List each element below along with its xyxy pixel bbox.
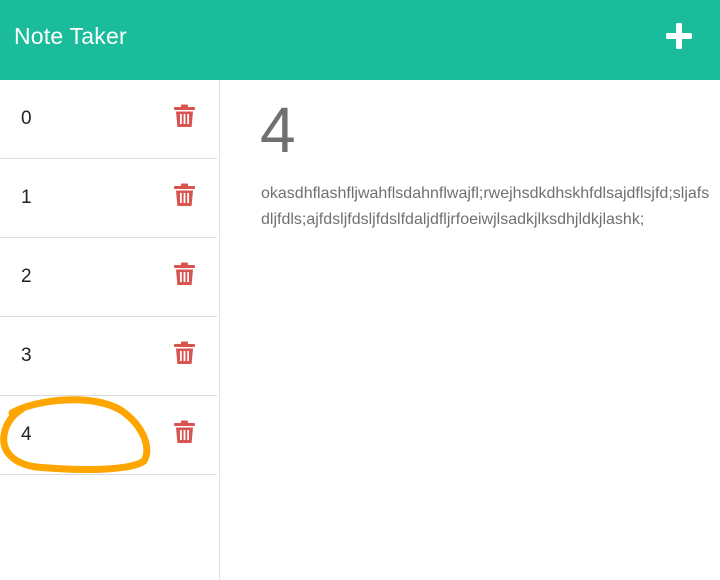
delete-note-button[interactable]	[174, 262, 195, 286]
delete-note-button[interactable]	[174, 183, 195, 207]
trash-icon	[174, 104, 195, 127]
delete-note-button[interactable]	[174, 104, 195, 128]
note-list-item-title[interactable]: 0	[21, 108, 32, 130]
note-list-item-title[interactable]: 4	[21, 424, 32, 446]
note-list: 0 1 2 3 4	[0, 80, 220, 580]
plus-icon	[666, 23, 692, 49]
trash-icon	[174, 183, 195, 206]
trash-icon	[174, 341, 195, 364]
delete-note-button[interactable]	[174, 420, 195, 444]
trash-icon	[174, 262, 195, 285]
app-title[interactable]: Note Taker	[14, 22, 127, 50]
note-list-item-title[interactable]: 1	[21, 187, 32, 209]
note-list-item-title[interactable]: 2	[21, 266, 32, 288]
note-list-item[interactable]: 2	[0, 238, 217, 317]
note-list-item[interactable]: 3	[0, 317, 217, 396]
note-text[interactable]: okasdhflashfljwahflsdahnflwajfl;rwejhsdk…	[261, 181, 711, 233]
note-detail: 4 okasdhflashfljwahflsdahnflwajfl;rwejhs…	[221, 80, 720, 580]
note-list-item[interactable]: 1	[0, 159, 217, 238]
note-list-item[interactable]: 0	[0, 80, 217, 159]
trash-icon	[174, 420, 195, 443]
note-title[interactable]: 4	[260, 98, 296, 162]
note-list-item-title[interactable]: 3	[21, 345, 32, 367]
note-list-item[interactable]: 4	[0, 396, 217, 475]
navbar: Note Taker	[0, 0, 720, 80]
add-note-button[interactable]	[660, 18, 698, 56]
delete-note-button[interactable]	[174, 341, 195, 365]
